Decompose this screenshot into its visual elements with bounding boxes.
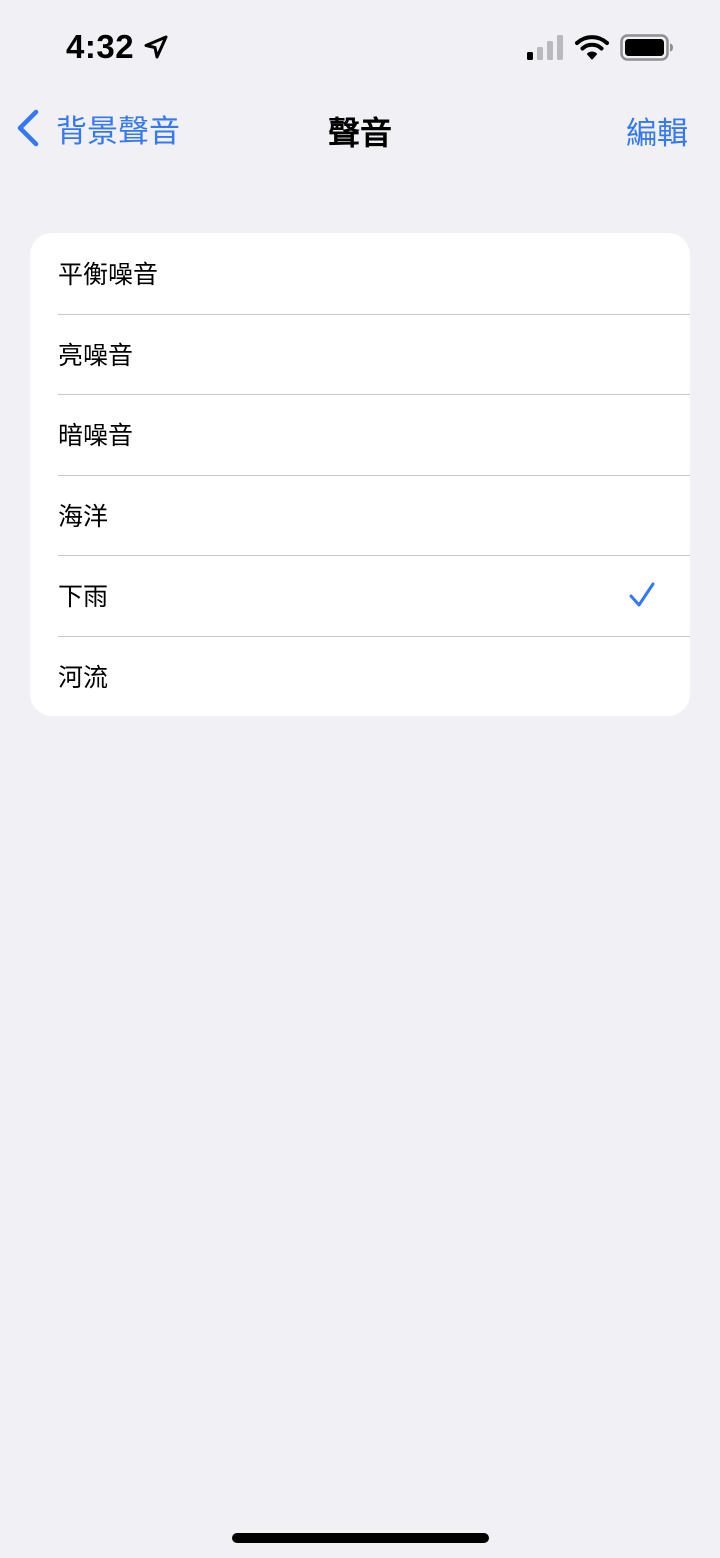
list-item-label: 暗噪音 <box>58 421 134 451</box>
list-item-stream[interactable]: 河流 <box>30 635 690 717</box>
list-item-label: 下雨 <box>58 582 109 612</box>
list-item-rain[interactable]: 下雨 <box>30 555 690 636</box>
location-arrow-icon <box>144 35 168 59</box>
battery-icon <box>620 34 673 61</box>
sound-list: 平衡噪音 亮噪音 暗噪音 海洋 下雨 河流 <box>30 233 690 716</box>
status-time: 4:32 <box>66 28 135 65</box>
edit-button[interactable]: 編輯 <box>626 108 688 153</box>
list-item-bright-noise[interactable]: 亮噪音 <box>30 313 690 395</box>
home-indicator[interactable] <box>232 1533 489 1543</box>
list-item-label: 亮噪音 <box>58 340 134 370</box>
cellular-signal-icon <box>527 35 563 60</box>
checkmark-icon <box>629 582 655 607</box>
status-bar: 4:32 <box>0 0 720 96</box>
wifi-icon <box>575 35 609 60</box>
list-item-balanced-noise[interactable]: 平衡噪音 <box>30 233 690 314</box>
screen: 4:32 背景聲音 聲音 編輯 平衡噪音 亮噪音 暗噪音 海洋 下雨 河流 <box>0 0 720 1558</box>
list-item-label: 海洋 <box>58 501 109 531</box>
list-item-label: 平衡噪音 <box>58 260 159 290</box>
list-item-ocean[interactable]: 海洋 <box>30 474 690 556</box>
navigation-bar: 背景聲音 聲音 編輯 <box>0 96 720 160</box>
page-title: 聲音 <box>327 114 392 152</box>
list-item-dark-noise[interactable]: 暗噪音 <box>30 394 690 475</box>
list-item-label: 河流 <box>58 662 109 692</box>
